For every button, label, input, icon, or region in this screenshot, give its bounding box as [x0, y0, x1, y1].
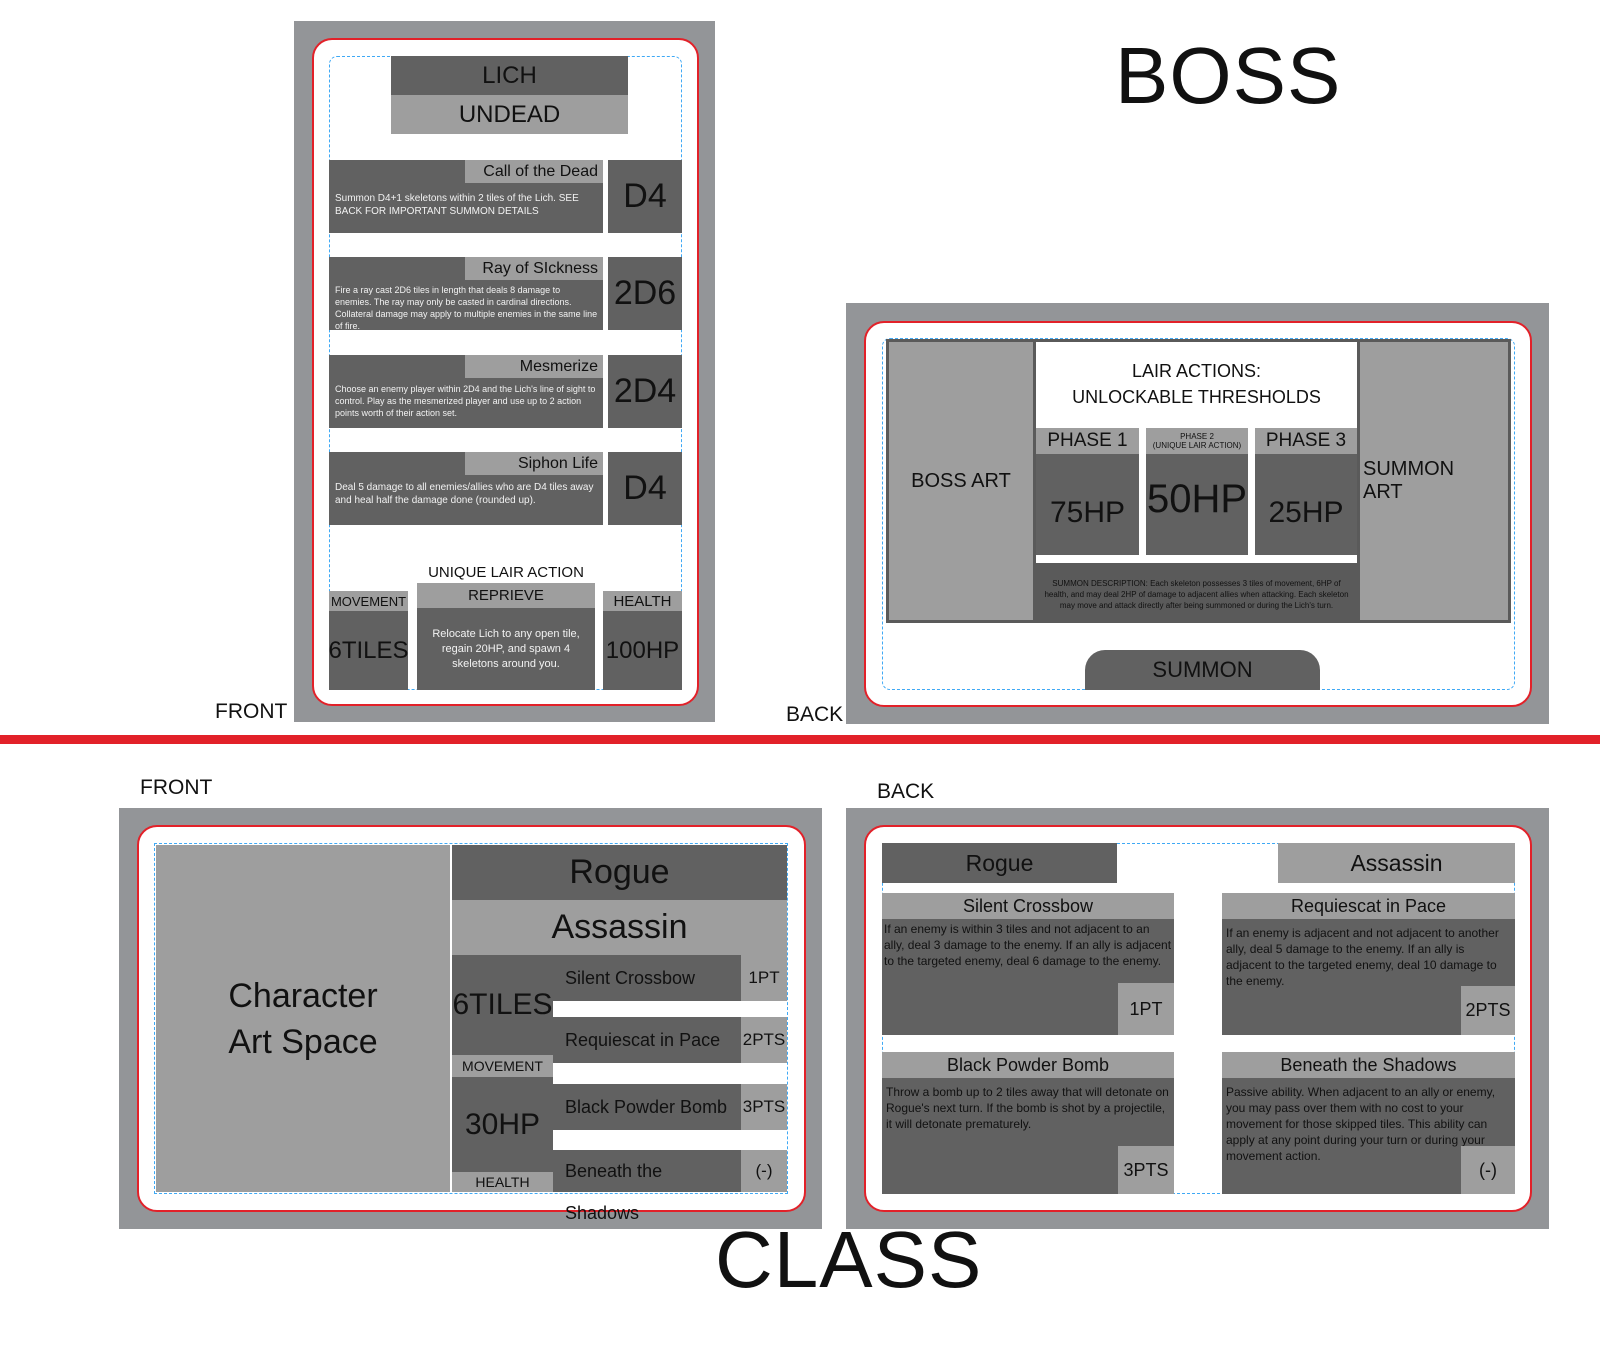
boss-ability-panel: Ray of SIckness Fire a ray cast 2D6 tile…	[329, 257, 603, 331]
class-ability-name: Requiescat in Pace	[553, 1017, 741, 1063]
class-movement-label: MOVEMENT	[452, 1055, 553, 1077]
lair-actions-line1: LAIR ACTIONS:	[1131, 360, 1262, 381]
class-back-ability-cost: 2PTS	[1461, 986, 1515, 1035]
character-art-line2: Art Space	[228, 1022, 378, 1061]
class-health-value: 30HP	[452, 1077, 553, 1172]
class-back-ability-cost: 3PTS	[1118, 1146, 1174, 1194]
boss-movement-label: MOVEMENT	[329, 591, 408, 611]
boss-ability-desc: Summon D4+1 skeletons within 2 tiles of …	[335, 193, 579, 217]
summon-art-line1: SUMMON	[1363, 458, 1455, 480]
boss-lair-desc: Relocate Lich to any open tile, regain 2…	[417, 608, 595, 690]
phase-label: PHASE 2 (UNIQUE LAIR ACTION)	[1146, 428, 1248, 454]
boss-movement-value: 6TILES	[328, 611, 409, 690]
boss-ability-panel: Siphon Life Deal 5 damage to all enemies…	[329, 452, 603, 525]
class-movement-value: 6TILES	[452, 955, 553, 1055]
boss-front-label: FRONT	[215, 700, 288, 723]
class-back-ability-cost: 1PT	[1118, 983, 1174, 1035]
phase-hp: 50HP	[1146, 454, 1248, 555]
boss-lair-title: REPRIEVE	[417, 583, 595, 608]
summon-description: SUMMON DESCRIPTION: Each skeleton posses…	[1044, 578, 1349, 610]
class-back-ability-title: Requiescat in Pace	[1222, 893, 1515, 919]
character-art-space: Character Art Space	[156, 845, 450, 1192]
boss-ability-title: Ray of SIckness	[465, 257, 603, 280]
boss-lair-heading: UNIQUE LAIR ACTION	[428, 563, 584, 581]
boss-ability-dice: 2D4	[608, 355, 682, 428]
class-ability-cost: 3PTS	[741, 1084, 787, 1130]
class-back-ability-cost: (-)	[1461, 1146, 1515, 1194]
phase-label-text: PHASE 2	[1180, 432, 1214, 441]
summon-art-line2: ART	[1363, 481, 1403, 503]
boss-health-value: 100HP	[603, 611, 682, 690]
class-back-label: BACK	[877, 780, 935, 803]
class-health-label: HEALTH	[452, 1172, 553, 1192]
section-divider	[0, 735, 1600, 744]
boss-ability-dice: D4	[608, 452, 682, 525]
boss-ability-title: Mesmerize	[465, 355, 603, 378]
phase-label: PHASE 1	[1036, 428, 1139, 454]
class-back-ability-title: Black Powder Bomb	[882, 1052, 1174, 1078]
class-ability-name: Beneath the Shadows	[553, 1150, 741, 1223]
class-ability-cost: 1PT	[741, 955, 787, 1001]
boss-section-title: BOSS	[1115, 31, 1342, 120]
summon-tab: SUMMON	[1085, 650, 1320, 690]
class-front-label: FRONT	[140, 776, 213, 799]
boss-ability-title: Call of the Dead	[465, 160, 603, 183]
boss-name: LICH	[391, 56, 628, 95]
class-ability-name: Silent Crossbow	[553, 955, 741, 1001]
class-back-ability-title: Beneath the Shadows	[1222, 1052, 1515, 1078]
class-ability-name: Black Powder Bomb	[553, 1084, 741, 1130]
boss-ability-desc: Deal 5 damage to all enemies/allies who …	[335, 482, 594, 506]
phase-sublabel: (UNIQUE LAIR ACTION)	[1152, 441, 1242, 450]
boss-ability-desc: Choose an enemy player within 2D4 and th…	[335, 384, 596, 418]
boss-type: UNDEAD	[391, 95, 628, 134]
boss-ability-title: Siphon Life	[465, 452, 603, 475]
boss-ability-panel: Call of the Dead Summon D4+1 skeletons w…	[329, 160, 603, 233]
class-back-subclass: Assassin	[1278, 843, 1515, 883]
lair-actions-line2: UNLOCKABLE THRESHOLDS	[1072, 386, 1321, 407]
class-back-ability-title: Silent Crossbow	[882, 893, 1174, 919]
phase-hp: 75HP	[1036, 454, 1139, 555]
boss-ability-dice: 2D6	[608, 257, 682, 330]
character-art-line1: Character	[228, 976, 378, 1015]
subclass-name: Assassin	[452, 900, 787, 955]
summon-art-space: SUMMON ART	[1360, 342, 1508, 620]
class-ability-cost: (-)	[741, 1150, 787, 1192]
phase-hp: 25HP	[1255, 454, 1357, 555]
class-back-name: Rogue	[882, 843, 1117, 883]
boss-ability-dice: D4	[608, 160, 682, 233]
class-name: Rogue	[452, 845, 787, 900]
boss-back-label: BACK	[786, 703, 844, 726]
boss-health-label: HEALTH	[603, 591, 682, 611]
boss-ability-desc: Fire a ray cast 2D6 tiles in length that…	[335, 285, 598, 331]
phase-label: PHASE 3	[1255, 428, 1357, 454]
boss-art-space: BOSS ART	[889, 342, 1033, 620]
boss-ability-panel: Mesmerize Choose an enemy player within …	[329, 355, 603, 428]
class-ability-cost: 2PTS	[741, 1017, 787, 1063]
